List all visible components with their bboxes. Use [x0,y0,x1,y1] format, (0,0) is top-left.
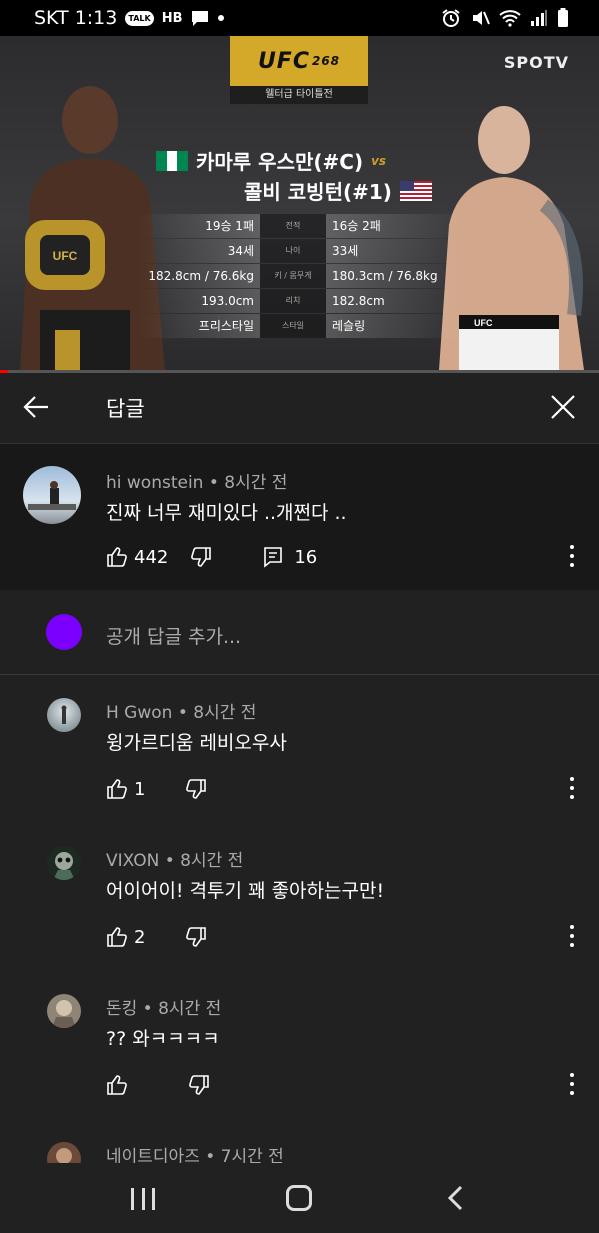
like-count: 2 [134,926,146,948]
like-icon[interactable] [106,926,128,948]
like-count: 1 [134,778,146,800]
comment-text: 진짜 너무 재미있다 ..개쩐다 .. [106,502,347,524]
home-icon[interactable] [286,1185,312,1211]
back-arrow-icon[interactable] [22,393,50,421]
add-reply-input[interactable]: 공개 답글 추가... [106,622,241,649]
comment-actions: 1 [106,778,207,800]
comment-meta: H Gwon • 8시간 전 [106,703,257,723]
recent-apps-icon[interactable] [131,1188,155,1210]
signal-icon [531,10,547,26]
dislike-icon[interactable] [185,926,207,948]
comment-meta: 돈킹 • 8시간 전 [106,999,222,1019]
parent-comment: hi wonstein • 8시간 전 진짜 너무 재미있다 ..개쩐다 .. … [0,444,599,590]
fighter1-name: 카마루 우스만(#C) [196,150,364,174]
like-icon[interactable] [106,778,128,800]
nigeria-flag-icon [156,150,189,171]
dislike-icon[interactable] [185,778,207,800]
comment-actions [106,1074,210,1096]
vs-label: vs [371,153,387,168]
fighter2-name: 콜비 코빙턴(#1) [244,180,392,204]
replies-header: 답글 [0,373,599,444]
like-icon[interactable] [106,1074,128,1096]
avatar[interactable] [47,994,81,1028]
comment-actions: 442 16 [106,546,317,568]
more-options-icon[interactable] [568,545,576,567]
stats-row: 182.8cm / 76.6kg 키 / 몸무게 180.3cm / 76.8kg [136,264,466,288]
broadcaster-logo: SPOTV [503,53,569,72]
like-icon[interactable] [106,546,128,568]
comment-meta: VIXON • 8시간 전 [106,851,244,871]
avatar[interactable] [23,466,81,524]
svg-text:UFC: UFC [53,249,78,263]
svg-text:UFC: UFC [474,318,493,328]
comment-meta: hi wonstein • 8시간 전 [106,473,288,493]
message-icon [192,11,209,26]
stats-row: 19승 1패 전적 16승 2패 [136,214,466,238]
stats-row: 193.0cm 리치 182.8cm [136,289,466,313]
nav-back-icon[interactable] [446,1185,464,1211]
hb-icon: HB [161,10,183,26]
notification-dot-icon [218,15,225,21]
video-player[interactable]: UFC UFC UFC 268 웰터급 타이틀전 SPOTV 카마루 우스만(#C… [0,36,599,373]
more-options-icon[interactable] [568,777,576,799]
kakaotalk-icon: TALK [125,10,154,26]
user-avatar [46,614,82,650]
fighter2-row: 콜비 코빙턴(#1) [244,176,432,205]
comment-text: 어이어이! 격투기 꽤 좋아하는구만! [106,880,385,902]
fighter1-row: 카마루 우스만(#C) vs [156,146,386,175]
mute-icon [473,11,490,25]
ufc-logo: UFC 268 [230,36,368,86]
status-bar: SKT 1:13 TALK HB [0,0,599,36]
stats-row: 34세 나이 33세 [136,239,466,263]
stats-row: 프리스타일 스타일 레슬링 [136,314,466,338]
avatar[interactable] [47,846,81,880]
like-count: 442 [134,546,169,568]
stats-table: 19승 1패 전적 16승 2패 34세 나이 33세 182.8cm / 76.6kg… [136,214,466,339]
close-icon[interactable] [549,393,577,421]
system-nav-bar [0,1163,599,1233]
more-options-icon[interactable] [568,1073,576,1095]
more-options-icon[interactable] [568,925,576,947]
comment-text: 윙가르디움 레비오우사 [106,732,287,754]
wifi-icon [499,10,521,27]
reply-count: 16 [294,546,318,568]
battery-icon [558,8,568,27]
page-title: 답글 [106,397,145,421]
alarm-icon [442,9,460,27]
usa-flag-icon [399,180,432,201]
dislike-icon[interactable] [188,1074,210,1096]
event-subtitle: 웰터급 타이틀전 [230,86,368,104]
dislike-icon[interactable] [190,546,212,568]
reply-icon[interactable] [262,546,284,568]
comment-text: ?? 와ㅋㅋㅋㅋ [106,1028,220,1050]
carrier-time: SKT 1:13 [34,7,118,29]
add-reply-row[interactable]: 공개 답글 추가... [0,590,599,675]
avatar[interactable] [47,698,81,732]
comment-actions: 2 [106,926,207,948]
